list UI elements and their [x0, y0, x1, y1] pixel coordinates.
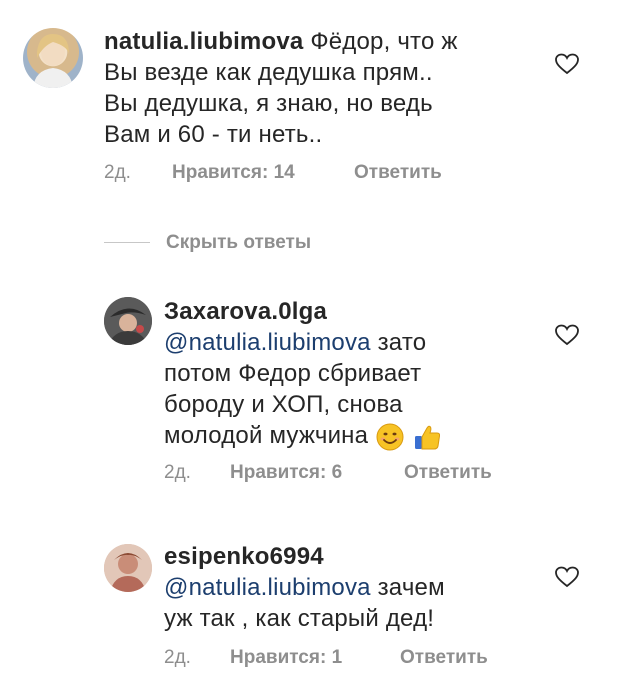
- avatar[interactable]: [104, 544, 152, 592]
- hide-replies-button[interactable]: Скрыть ответы: [104, 232, 404, 254]
- reply-button[interactable]: Ответить: [400, 647, 488, 669]
- comment-line: Вы дедушка, я знаю, но ведь: [104, 90, 433, 117]
- avatar-photo: [33, 34, 73, 88]
- comment-line: Вы везде как дедушка прям..: [104, 59, 433, 86]
- comment-line: молодой мужчина: [164, 422, 369, 449]
- comment-line: потом Федор сбривает: [164, 360, 422, 387]
- heart-icon[interactable]: [554, 52, 580, 76]
- likes-count[interactable]: Нравится: 6: [230, 462, 342, 484]
- comment-esipenko: esipenko6994 @natulia.liubimova зачем уж…: [0, 520, 620, 690]
- comment-zaharova: Захаrova.0lga @natulia.liubimova зато по…: [0, 280, 620, 490]
- comment-line: зато: [370, 329, 427, 356]
- comment-line: Вам и 60 - ти неть..: [104, 121, 323, 148]
- comment-text: esipenko6994 @natulia.liubimova зачем уж…: [164, 541, 544, 634]
- comment-time: 2д.: [104, 162, 131, 183]
- comment-meta: 2д. Нравится: 14 Ответить: [104, 162, 524, 186]
- likes-count[interactable]: Нравится: 1: [230, 647, 342, 669]
- comment-line: бороду и ХОП, снова: [164, 391, 403, 418]
- mention-link[interactable]: @natulia.liubimova: [164, 329, 371, 356]
- comment-line: зачем: [370, 574, 445, 601]
- reply-button[interactable]: Ответить: [354, 162, 442, 184]
- comment-text: natulia.liubimova Фёдор, что ж Вы везде …: [104, 26, 544, 150]
- avatar[interactable]: [23, 28, 83, 88]
- comment-username[interactable]: esipenko6994: [164, 543, 324, 570]
- comment-time: 2д.: [164, 647, 191, 668]
- avatar-photo: [104, 544, 152, 592]
- thumbs-up-emoji: [414, 425, 441, 450]
- avatar[interactable]: [104, 297, 152, 345]
- heart-icon[interactable]: [554, 323, 580, 347]
- reply-button[interactable]: Ответить: [404, 462, 492, 484]
- heart-icon[interactable]: [554, 565, 580, 589]
- comment-username[interactable]: natulia.liubimova: [104, 28, 303, 55]
- comment-text: Захаrova.0lga @natulia.liubimova зато по…: [164, 296, 544, 452]
- smiling-face-emoji: [376, 423, 404, 451]
- hide-replies-label: Скрыть ответы: [166, 232, 312, 253]
- likes-count[interactable]: Нравится: 14: [172, 162, 295, 184]
- comment-username[interactable]: Захаrova.0lga: [164, 298, 327, 325]
- comment-natulia: natulia.liubimova Фёдор, что ж Вы везде …: [0, 0, 620, 200]
- comment-time: 2д.: [164, 462, 191, 483]
- mention-link[interactable]: @natulia.liubimova: [164, 574, 371, 601]
- comment-line: Фёдор, что ж: [310, 28, 458, 55]
- avatar-photo: [104, 297, 152, 345]
- comment-line: уж так , как старый дед!: [164, 605, 435, 632]
- comment-meta: 2д. Нравится: 6 Ответить: [164, 462, 564, 486]
- divider-line: [104, 242, 150, 243]
- comment-meta: 2д. Нравится: 1 Ответить: [164, 647, 564, 671]
